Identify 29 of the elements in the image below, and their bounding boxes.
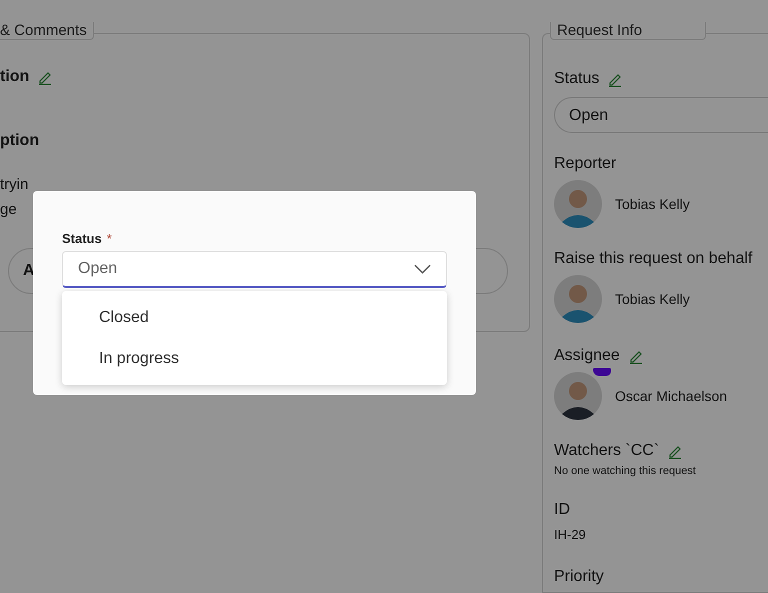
field-label: Raise this request on behalf [554,249,752,269]
person-name: Tobias Kelly [615,196,690,212]
field-label: Assignee [554,346,620,366]
scribble-mark [593,368,611,376]
id-value: IH-29 [554,526,586,544]
dropdown-option[interactable]: Closed [62,297,447,338]
description-text: tryin [0,175,28,195]
field-label: Status [62,231,102,246]
required-asterisk: * [106,231,112,246]
description-text: ge [0,200,17,220]
field-label: Priority [554,567,604,587]
avatar-icon [554,372,602,420]
status-select[interactable]: Open [62,251,447,288]
dropdown-option[interactable]: In progress [62,338,447,379]
person-name: Oscar Michaelson [615,388,728,404]
field-label: Reporter [554,154,616,174]
chevron-down-icon [414,264,431,274]
avatar-icon [554,275,602,323]
field-label: Status [554,69,600,89]
panel-legend: & Comments [0,22,94,40]
field-label: Watchers `CC` [554,441,660,461]
status-pill: Open [554,97,768,133]
avatar-icon [554,180,602,228]
section-title: tion [0,68,30,86]
person-name: Tobias Kelly [615,291,690,307]
description-label: ption [0,132,40,150]
watchers-note: No one watching this request [554,464,696,478]
panel-legend: Request Info [550,22,706,40]
field-label: ID [554,500,570,520]
